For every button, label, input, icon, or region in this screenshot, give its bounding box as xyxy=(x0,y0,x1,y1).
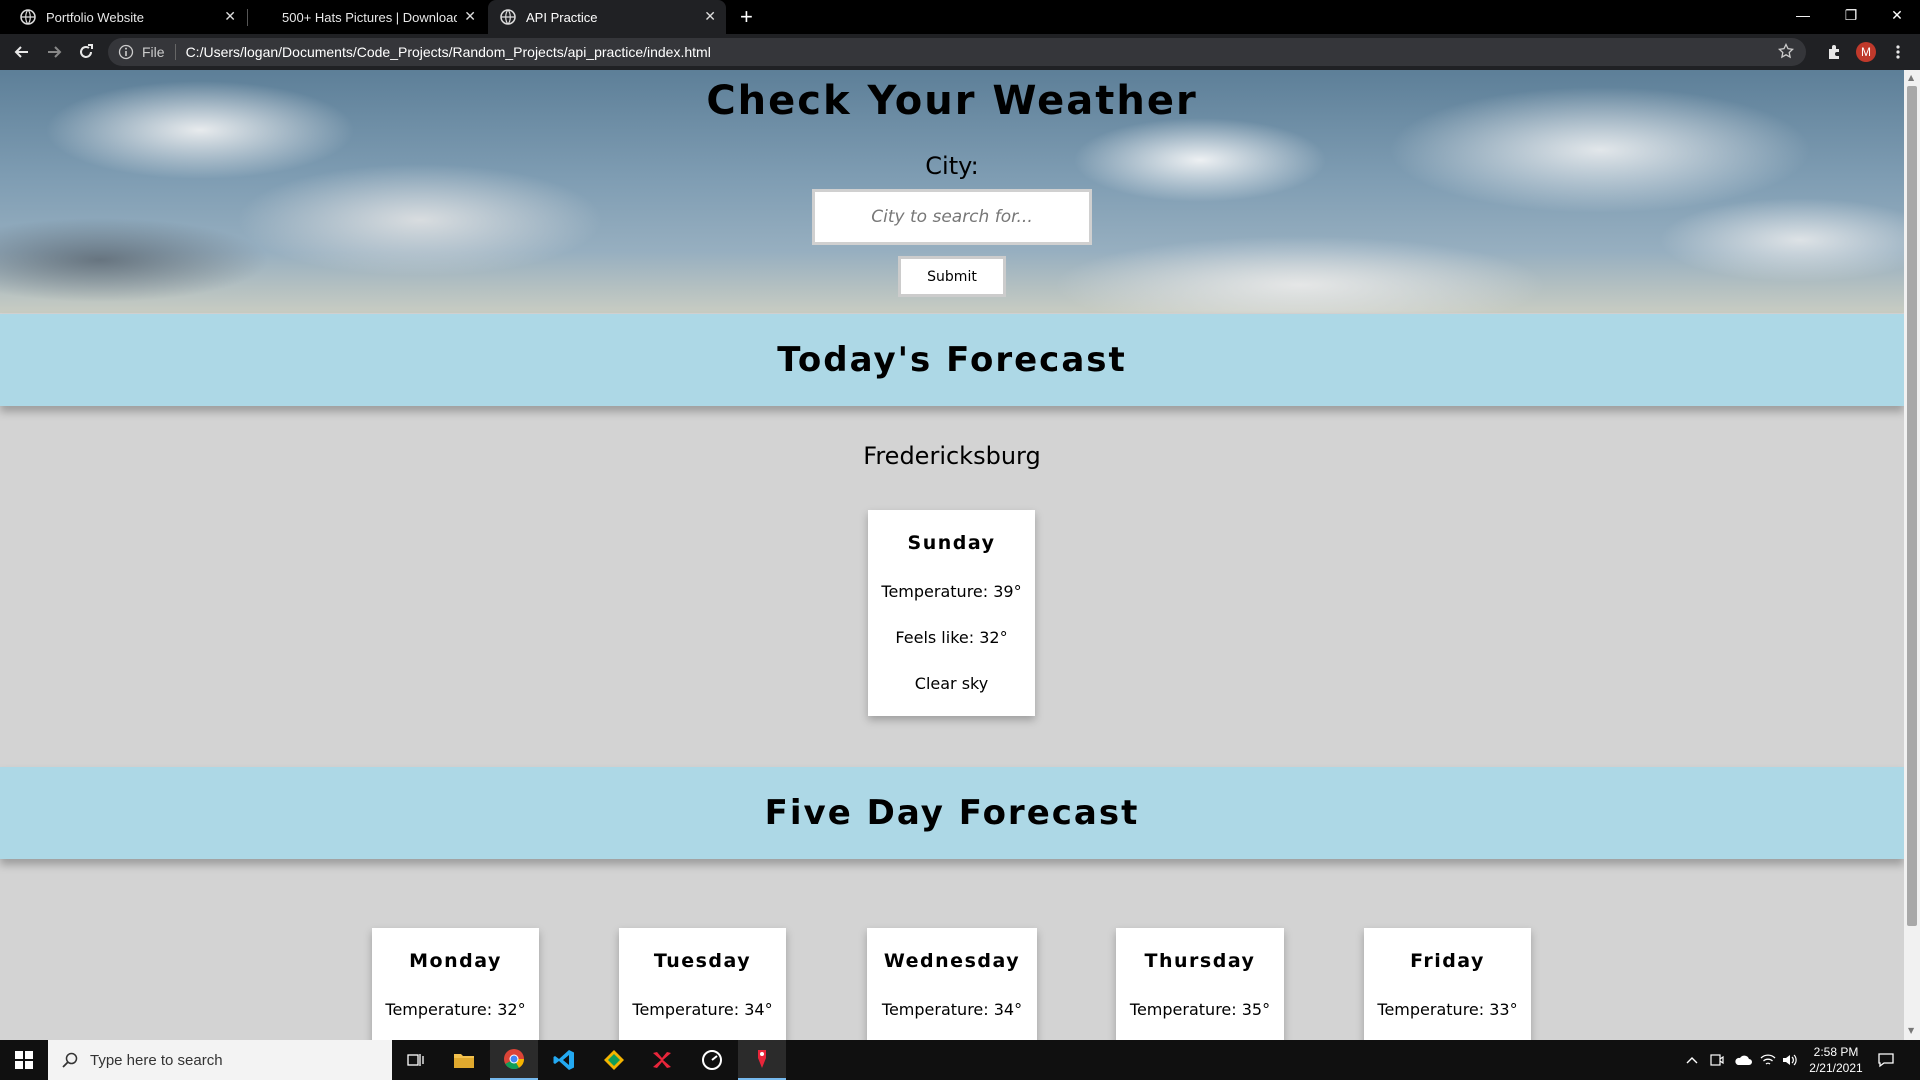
tab-label: API Practice xyxy=(526,9,598,25)
card-day: Tuesday xyxy=(653,950,752,972)
card-temperature: Temperature: 34° xyxy=(881,1000,1023,1019)
city-label: City: xyxy=(925,152,979,180)
tab-label: Portfolio Website xyxy=(46,9,145,25)
forecast-card-wednesday: Wednesday Temperature: 34° xyxy=(867,928,1037,1040)
todays-forecast-band: Today's Forecast xyxy=(0,314,1904,406)
git-kraken-icon[interactable] xyxy=(590,1040,638,1080)
back-arrow-icon[interactable] xyxy=(10,40,34,64)
url-text[interactable]: C:/Users/logan/Documents/Code_Projects/R… xyxy=(186,44,711,60)
clock-time: 2:58 PM xyxy=(1813,1045,1859,1059)
city-search-input[interactable] xyxy=(812,189,1092,245)
forecast-card-friday: Friday Temperature: 33° xyxy=(1364,928,1531,1040)
hero-banner: Check Your Weather City: Submit xyxy=(0,70,1904,313)
tab-divider xyxy=(247,9,248,26)
todays-forecast-heading: Today's Forecast xyxy=(777,340,1127,380)
globe-icon xyxy=(20,9,36,25)
bookmark-star-icon[interactable] xyxy=(1777,42,1795,62)
forward-arrow-icon[interactable] xyxy=(42,40,66,64)
reload-icon[interactable] xyxy=(74,40,98,64)
scroll-down-arrow-icon[interactable]: ▼ xyxy=(1908,1026,1914,1035)
page-scrollbar[interactable]: ▲ ▼ xyxy=(1904,70,1920,1040)
card-description: Clear sky xyxy=(914,674,989,693)
browser-toolbar: File C:/Users/logan/Documents/Code_Proje… xyxy=(0,34,1920,70)
browser-tab-strip: Portfolio Website ✕ 500+ Hats Pictures |… xyxy=(0,0,1920,34)
timer-app-icon[interactable] xyxy=(688,1040,736,1080)
tab-api-practice[interactable]: API Practice ✕ xyxy=(488,0,726,34)
profile-avatar[interactable]: M xyxy=(1856,42,1876,62)
close-tab-icon[interactable]: ✕ xyxy=(464,8,476,25)
close-window-icon[interactable]: ✕ xyxy=(1874,0,1920,30)
info-icon[interactable] xyxy=(118,44,134,60)
file-explorer-icon[interactable] xyxy=(440,1040,488,1080)
five-day-forecast-heading: Five Day Forecast xyxy=(764,793,1140,833)
onedrive-cloud-icon[interactable] xyxy=(1734,1040,1752,1080)
task-view-icon[interactable] xyxy=(392,1040,440,1080)
scroll-up-arrow-icon[interactable]: ▲ xyxy=(1908,73,1914,82)
paint-app-icon[interactable] xyxy=(738,1040,786,1080)
tab-label: 500+ Hats Pictures | Download F xyxy=(282,9,457,25)
minimize-icon[interactable]: — xyxy=(1780,0,1826,30)
forecast-card-tuesday: Tuesday Temperature: 34° xyxy=(619,928,786,1040)
restore-icon[interactable]: ❐ xyxy=(1828,0,1874,30)
card-day: Sunday xyxy=(907,532,996,554)
system-clock[interactable]: 2:58 PM 2/21/2021 xyxy=(1804,1044,1868,1076)
chrome-icon[interactable] xyxy=(490,1040,538,1080)
new-tab-icon[interactable]: + xyxy=(740,4,753,30)
card-temperature: Temperature: 39° xyxy=(881,582,1022,601)
today-forecast-card: Sunday Temperature: 39° Feels like: 32° … xyxy=(868,510,1035,716)
card-day: Wednesday xyxy=(883,950,1021,972)
card-temperature: Temperature: 35° xyxy=(1129,1000,1271,1019)
close-tab-icon[interactable]: ✕ xyxy=(224,8,236,25)
extensions-puzzle-icon[interactable] xyxy=(1822,40,1846,64)
card-day: Monday xyxy=(409,950,502,972)
page-title: Check Your Weather xyxy=(706,78,1198,124)
address-bar[interactable]: File C:/Users/logan/Documents/Code_Proje… xyxy=(108,38,1806,66)
volume-icon[interactable] xyxy=(1782,1040,1798,1080)
card-temperature: Temperature: 34° xyxy=(632,1000,773,1019)
scrollbar-thumb[interactable] xyxy=(1907,86,1917,926)
close-tab-icon[interactable]: ✕ xyxy=(704,8,716,25)
card-day: Friday xyxy=(1410,950,1485,972)
card-temperature: Temperature: 32° xyxy=(385,1000,526,1019)
notifications-icon[interactable] xyxy=(1878,1040,1894,1080)
page-viewport: Check Your Weather City: Submit Today's … xyxy=(0,70,1904,1040)
location-name: Fredericksburg xyxy=(863,442,1041,470)
protocol-label: File xyxy=(142,44,165,60)
taskbar-search-placeholder: Type here to search xyxy=(90,1051,223,1069)
submit-button[interactable]: Submit xyxy=(898,256,1006,297)
card-temperature: Temperature: 33° xyxy=(1377,1000,1518,1019)
forecast-card-monday: Monday Temperature: 32° xyxy=(372,928,539,1040)
taskbar-search-box[interactable]: Type here to search xyxy=(48,1040,392,1080)
windows-start-icon[interactable] xyxy=(0,1040,48,1080)
tab-portfolio-website[interactable]: Portfolio Website ✕ xyxy=(8,0,246,34)
forecast-card-thursday: Thursday Temperature: 35° xyxy=(1116,928,1284,1040)
menu-kebab-icon[interactable] xyxy=(1886,40,1910,64)
red-app-icon[interactable] xyxy=(638,1040,686,1080)
tab-hats-pictures[interactable]: 500+ Hats Pictures | Download F ✕ xyxy=(254,0,486,34)
card-day: Thursday xyxy=(1144,950,1256,972)
card-feels-like: Feels like: 32° xyxy=(895,628,1008,647)
meet-now-icon[interactable] xyxy=(1710,1040,1724,1080)
search-icon xyxy=(62,1052,78,1068)
globe-icon xyxy=(500,9,516,25)
five-day-forecast-band: Five Day Forecast xyxy=(0,767,1904,859)
wifi-icon[interactable] xyxy=(1760,1040,1776,1080)
windows-taskbar: Type here to search 2:58 PM 2/21/2021 xyxy=(0,1040,1920,1080)
chevron-up-icon[interactable] xyxy=(1686,1040,1698,1080)
clock-date: 2/21/2021 xyxy=(1809,1061,1863,1075)
divider xyxy=(174,44,176,60)
vscode-icon[interactable] xyxy=(540,1040,588,1080)
